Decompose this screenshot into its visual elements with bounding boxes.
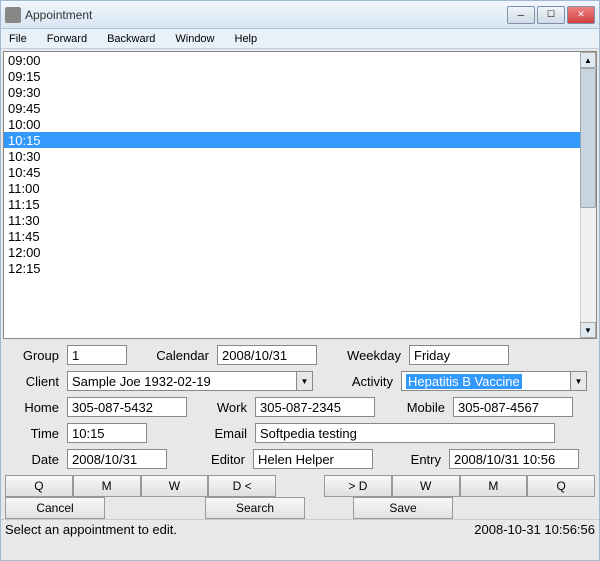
form-row-4: Time Email — [7, 423, 593, 443]
status-timestamp: 2008-10-31 10:56:56 — [474, 522, 595, 537]
chevron-down-icon[interactable]: ▼ — [570, 372, 586, 390]
client-label: Client — [7, 374, 63, 389]
time-slot[interactable]: 11:30 — [4, 212, 596, 228]
time-slot[interactable]: 11:00 — [4, 180, 596, 196]
mobile-input[interactable] — [453, 397, 573, 417]
time-slot[interactable]: 10:30 — [4, 148, 596, 164]
minimize-button[interactable]: ─ — [507, 6, 535, 24]
date-input[interactable] — [67, 449, 167, 469]
entry-input[interactable] — [449, 449, 579, 469]
cancel-button[interactable]: Cancel — [5, 497, 105, 519]
day-back-button[interactable]: D < — [208, 475, 276, 497]
quarter-forward-button[interactable]: Q — [527, 475, 595, 497]
time-slot[interactable]: 09:30 — [4, 84, 596, 100]
time-label: Time — [7, 426, 63, 441]
time-slot[interactable]: 11:15 — [4, 196, 596, 212]
action-button-row: Cancel Search Save — [5, 497, 595, 519]
scrollbar[interactable]: ▲ ▼ — [580, 52, 596, 338]
menu-backward[interactable]: Backward — [103, 31, 159, 47]
action-gap-2 — [305, 497, 353, 519]
search-button[interactable]: Search — [205, 497, 305, 519]
date-label: Date — [7, 452, 63, 467]
maximize-button[interactable]: ☐ — [537, 6, 565, 24]
chevron-down-icon[interactable]: ▼ — [296, 372, 312, 390]
menu-forward[interactable]: Forward — [43, 31, 91, 47]
form-row-2: Client Sample Joe 1932-02-19 ▼ Activity … — [7, 371, 593, 391]
scroll-down-button[interactable]: ▼ — [580, 322, 596, 338]
window-controls: ─ ☐ ✕ — [507, 6, 595, 24]
calendar-input[interactable] — [217, 345, 317, 365]
form-row-1: Group Calendar Weekday — [7, 345, 593, 365]
month-back-button[interactable]: M — [73, 475, 141, 497]
entry-label: Entry — [377, 452, 445, 467]
weekday-label: Weekday — [321, 348, 405, 363]
form-row-5: Date Editor Entry — [7, 449, 593, 469]
window-title: Appointment — [25, 8, 507, 22]
calendar-label: Calendar — [131, 348, 213, 363]
week-forward-button[interactable]: W — [392, 475, 460, 497]
titlebar: Appointment ─ ☐ ✕ — [1, 1, 599, 29]
app-window: Appointment ─ ☐ ✕ File Forward Backward … — [0, 0, 600, 561]
time-slot[interactable]: 12:00 — [4, 244, 596, 260]
time-slot[interactable]: 10:45 — [4, 164, 596, 180]
app-icon — [5, 7, 21, 23]
weekday-input[interactable] — [409, 345, 509, 365]
menu-help[interactable]: Help — [231, 31, 262, 47]
time-slot[interactable]: 10:00 — [4, 116, 596, 132]
editor-label: Editor — [171, 452, 249, 467]
time-input[interactable] — [67, 423, 147, 443]
group-input[interactable] — [67, 345, 127, 365]
close-button[interactable]: ✕ — [567, 6, 595, 24]
time-slot[interactable]: 09:15 — [4, 68, 596, 84]
time-slot[interactable]: 09:00 — [4, 52, 596, 68]
activity-combo[interactable]: Hepatitis B Vaccine ▼ — [401, 371, 587, 391]
quarter-back-button[interactable]: Q — [5, 475, 73, 497]
month-forward-button[interactable]: M — [460, 475, 528, 497]
activity-value: Hepatitis B Vaccine — [406, 374, 522, 389]
email-label: Email — [151, 426, 251, 441]
menu-window[interactable]: Window — [171, 31, 218, 47]
menu-file[interactable]: File — [5, 31, 31, 47]
nav-gap — [276, 475, 324, 497]
menubar: File Forward Backward Window Help — [1, 29, 599, 49]
editor-input[interactable] — [253, 449, 373, 469]
client-value: Sample Joe 1932-02-19 — [72, 374, 211, 389]
form-row-3: Home Work Mobile — [7, 397, 593, 417]
time-slot[interactable]: 09:45 — [4, 100, 596, 116]
activity-label: Activity — [317, 374, 397, 389]
time-slot[interactable]: 12:15 — [4, 260, 596, 276]
group-label: Group — [7, 348, 63, 363]
week-back-button[interactable]: W — [141, 475, 209, 497]
form-area: Group Calendar Weekday Client Sample Joe… — [1, 341, 599, 473]
day-forward-button[interactable]: > D — [324, 475, 392, 497]
time-slot-list[interactable]: 09:0009:1509:3009:4510:0010:1510:3010:45… — [3, 51, 597, 339]
client-combo[interactable]: Sample Joe 1932-02-19 ▼ — [67, 371, 313, 391]
action-gap-1 — [105, 497, 205, 519]
home-input[interactable] — [67, 397, 187, 417]
scroll-up-button[interactable]: ▲ — [580, 52, 596, 68]
email-input[interactable] — [255, 423, 555, 443]
work-label: Work — [191, 400, 251, 415]
time-slot[interactable]: 11:45 — [4, 228, 596, 244]
scrollbar-thumb[interactable] — [580, 68, 596, 208]
status-message: Select an appointment to edit. — [5, 522, 474, 537]
save-button[interactable]: Save — [353, 497, 453, 519]
content-area: 09:0009:1509:3009:4510:0010:1510:3010:45… — [1, 49, 599, 560]
statusbar: Select an appointment to edit. 2008-10-3… — [1, 519, 599, 539]
nav-button-row: Q M W D < > D W M Q — [5, 475, 595, 497]
work-input[interactable] — [255, 397, 375, 417]
time-slot[interactable]: 10:15 — [4, 132, 596, 148]
home-label: Home — [7, 400, 63, 415]
mobile-label: Mobile — [379, 400, 449, 415]
